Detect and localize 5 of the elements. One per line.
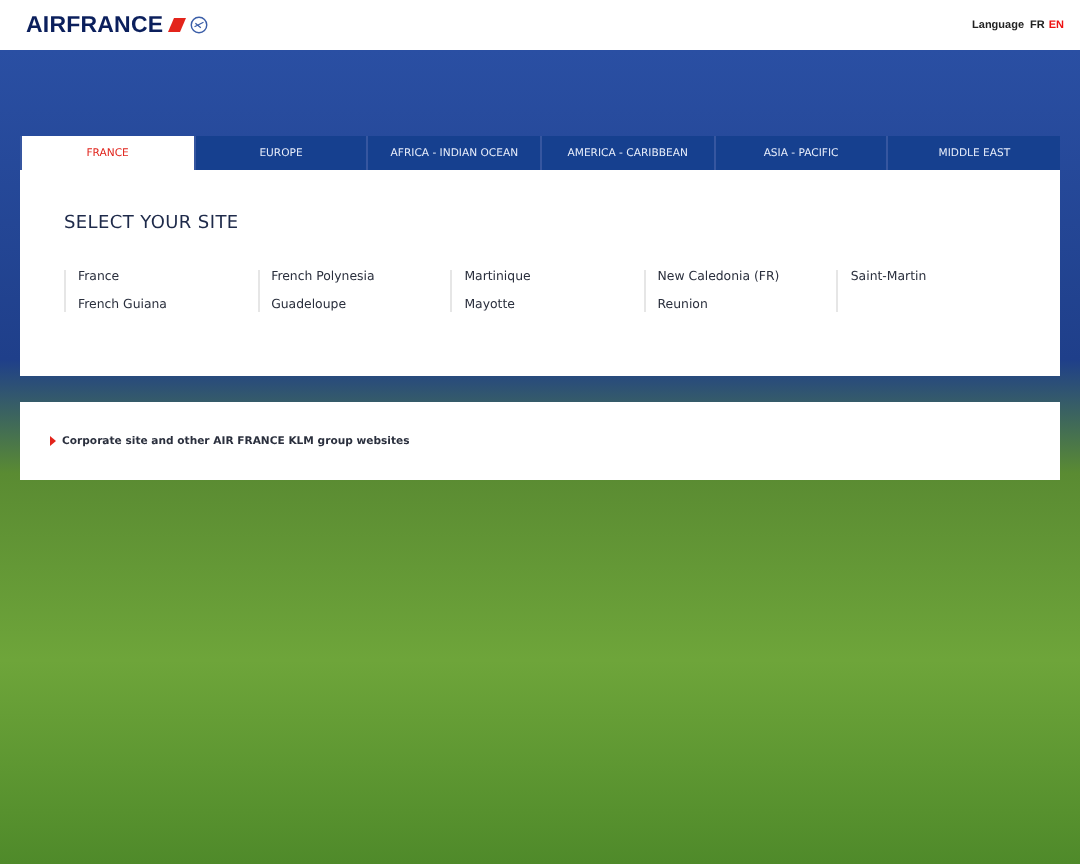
stripe-icon: [167, 18, 186, 32]
triangle-icon: [50, 436, 56, 446]
seal-icon: [189, 16, 208, 34]
panel-title: SELECT YOUR SITE: [64, 214, 241, 234]
logo-wordmark: AIRFRANCE: [26, 13, 164, 37]
